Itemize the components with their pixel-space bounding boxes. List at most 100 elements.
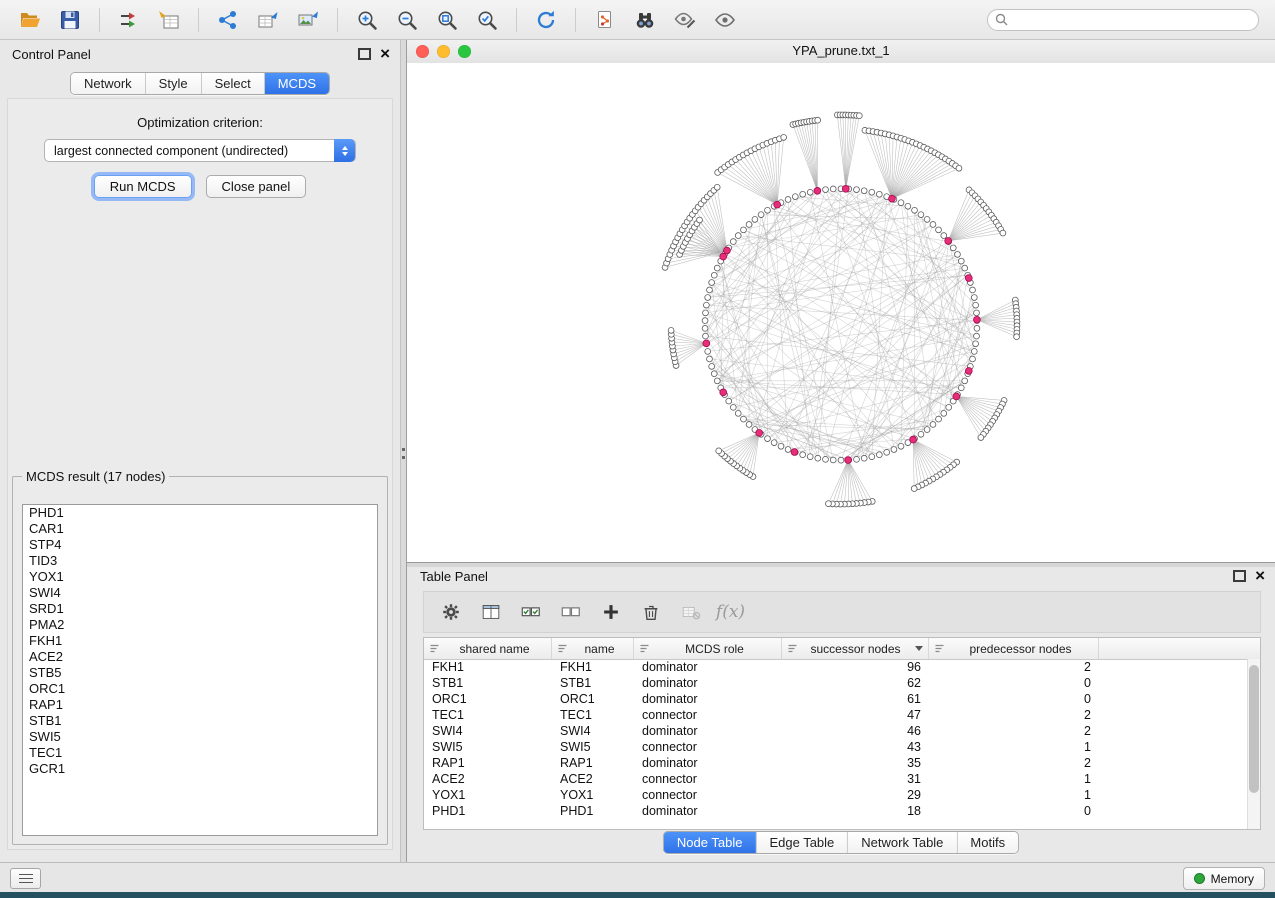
save-session-button[interactable]	[53, 5, 87, 35]
network-node[interactable]	[974, 333, 980, 339]
column-layout-button[interactable]	[472, 595, 509, 629]
table-panel-float-icon[interactable]	[1233, 570, 1246, 582]
window-close-button[interactable]	[416, 45, 429, 58]
mcds-result-item[interactable]: TEC1	[23, 745, 377, 761]
network-node[interactable]	[930, 422, 936, 428]
table-cell[interactable]: ACE2	[552, 771, 634, 787]
network-node[interactable]	[970, 356, 976, 362]
network-hub-node[interactable]	[953, 393, 960, 400]
network-graph[interactable]	[407, 63, 1275, 562]
network-node[interactable]	[1000, 230, 1006, 236]
network-node[interactable]	[792, 194, 798, 200]
network-node[interactable]	[765, 207, 771, 213]
refresh-view-button[interactable]	[529, 5, 563, 35]
table-cell[interactable]: RAP1	[424, 755, 552, 771]
tab-mcds[interactable]: MCDS	[264, 73, 329, 94]
network-node[interactable]	[854, 456, 860, 462]
export-image-button[interactable]	[291, 5, 325, 35]
network-hub-node[interactable]	[845, 457, 852, 464]
network-node[interactable]	[936, 416, 942, 422]
table-cell[interactable]: connector	[634, 787, 782, 803]
optimization-criterion-select[interactable]: largest connected component (undirected)	[44, 139, 356, 162]
network-node[interactable]	[807, 454, 813, 460]
network-node[interactable]	[826, 501, 832, 507]
table-cell[interactable]: 2	[929, 659, 1099, 675]
network-node[interactable]	[823, 456, 829, 462]
network-node[interactable]	[807, 189, 813, 195]
zoom-in-button[interactable]	[350, 5, 384, 35]
network-node[interactable]	[707, 287, 713, 293]
column-header-successor-nodes[interactable]: successor nodes	[782, 638, 929, 659]
table-cell[interactable]: dominator	[634, 691, 782, 707]
network-node[interactable]	[918, 431, 924, 437]
select-all-columns-button[interactable]	[512, 595, 549, 629]
show-graphics-button[interactable]	[708, 5, 742, 35]
mcds-result-item[interactable]: PMA2	[23, 617, 377, 633]
network-node[interactable]	[974, 325, 980, 331]
network-node[interactable]	[930, 222, 936, 228]
table-cell[interactable]: dominator	[634, 803, 782, 819]
network-node[interactable]	[973, 302, 979, 308]
network-node[interactable]	[1014, 334, 1020, 340]
table-cell[interactable]: 43	[782, 739, 929, 755]
network-node[interactable]	[891, 447, 897, 453]
control-panel-close-icon[interactable]: ×	[380, 48, 390, 60]
network-node[interactable]	[861, 455, 867, 461]
network-node[interactable]	[924, 427, 930, 433]
network-hub-node[interactable]	[814, 187, 821, 194]
tab-network[interactable]: Network	[71, 73, 145, 94]
table-settings-button[interactable]	[432, 595, 469, 629]
network-node[interactable]	[668, 328, 674, 334]
table-cell[interactable]: FKH1	[552, 659, 634, 675]
network-node[interactable]	[869, 189, 875, 195]
network-node[interactable]	[800, 452, 806, 458]
table-cell[interactable]: connector	[634, 707, 782, 723]
status-menu-button[interactable]	[10, 868, 41, 889]
table-cell[interactable]: RAP1	[552, 755, 634, 771]
network-node[interactable]	[856, 113, 862, 119]
network-node[interactable]	[911, 486, 917, 492]
table-cell[interactable]: PHD1	[424, 803, 552, 819]
table-cell[interactable]: SWI5	[424, 739, 552, 755]
search-network-button[interactable]	[628, 5, 662, 35]
network-node[interactable]	[730, 404, 736, 410]
table-cell[interactable]: 96	[782, 659, 929, 675]
table-cell[interactable]: dominator	[634, 659, 782, 675]
table-cell[interactable]: ACE2	[424, 771, 552, 787]
network-hub-node[interactable]	[910, 436, 917, 443]
delete-column-button[interactable]	[632, 595, 669, 629]
tab-edge-table[interactable]: Edge Table	[755, 832, 847, 853]
open-session-button[interactable]	[13, 5, 47, 35]
table-cell[interactable]: ORC1	[552, 691, 634, 707]
vertical-splitter[interactable]	[400, 40, 407, 862]
table-cell[interactable]: 31	[782, 771, 929, 787]
network-node[interactable]	[741, 416, 747, 422]
table-cell[interactable]: 62	[782, 675, 929, 691]
network-node[interactable]	[936, 227, 942, 233]
network-node[interactable]	[714, 378, 720, 384]
network-node[interactable]	[746, 222, 752, 228]
table-cell[interactable]: 0	[929, 803, 1099, 819]
table-cell[interactable]: STB1	[552, 675, 634, 691]
network-node[interactable]	[924, 217, 930, 223]
network-node[interactable]	[815, 455, 821, 461]
table-scrollbar-thumb[interactable]	[1249, 665, 1259, 793]
control-panel-float-icon[interactable]	[358, 48, 371, 60]
network-title-bar[interactable]: YPA_prune.txt_1	[407, 40, 1275, 64]
deselect-all-columns-button[interactable]	[552, 595, 589, 629]
network-node[interactable]	[709, 280, 715, 286]
column-header-mcds-role[interactable]: MCDS role	[634, 638, 782, 659]
mcds-result-item[interactable]: ORC1	[23, 681, 377, 697]
zoom-fit-button[interactable]	[430, 5, 464, 35]
tab-style[interactable]: Style	[145, 73, 201, 94]
share-document-button[interactable]	[588, 5, 622, 35]
table-cell[interactable]: PHD1	[552, 803, 634, 819]
search-input[interactable]	[987, 9, 1259, 31]
table-cell[interactable]: connector	[634, 739, 782, 755]
table-cell[interactable]: 0	[929, 675, 1099, 691]
table-cell[interactable]: YOX1	[424, 787, 552, 803]
network-node[interactable]	[884, 449, 890, 455]
tab-node-table[interactable]: Node Table	[664, 832, 756, 853]
table-cell[interactable]: 61	[782, 691, 929, 707]
network-node[interactable]	[941, 410, 947, 416]
